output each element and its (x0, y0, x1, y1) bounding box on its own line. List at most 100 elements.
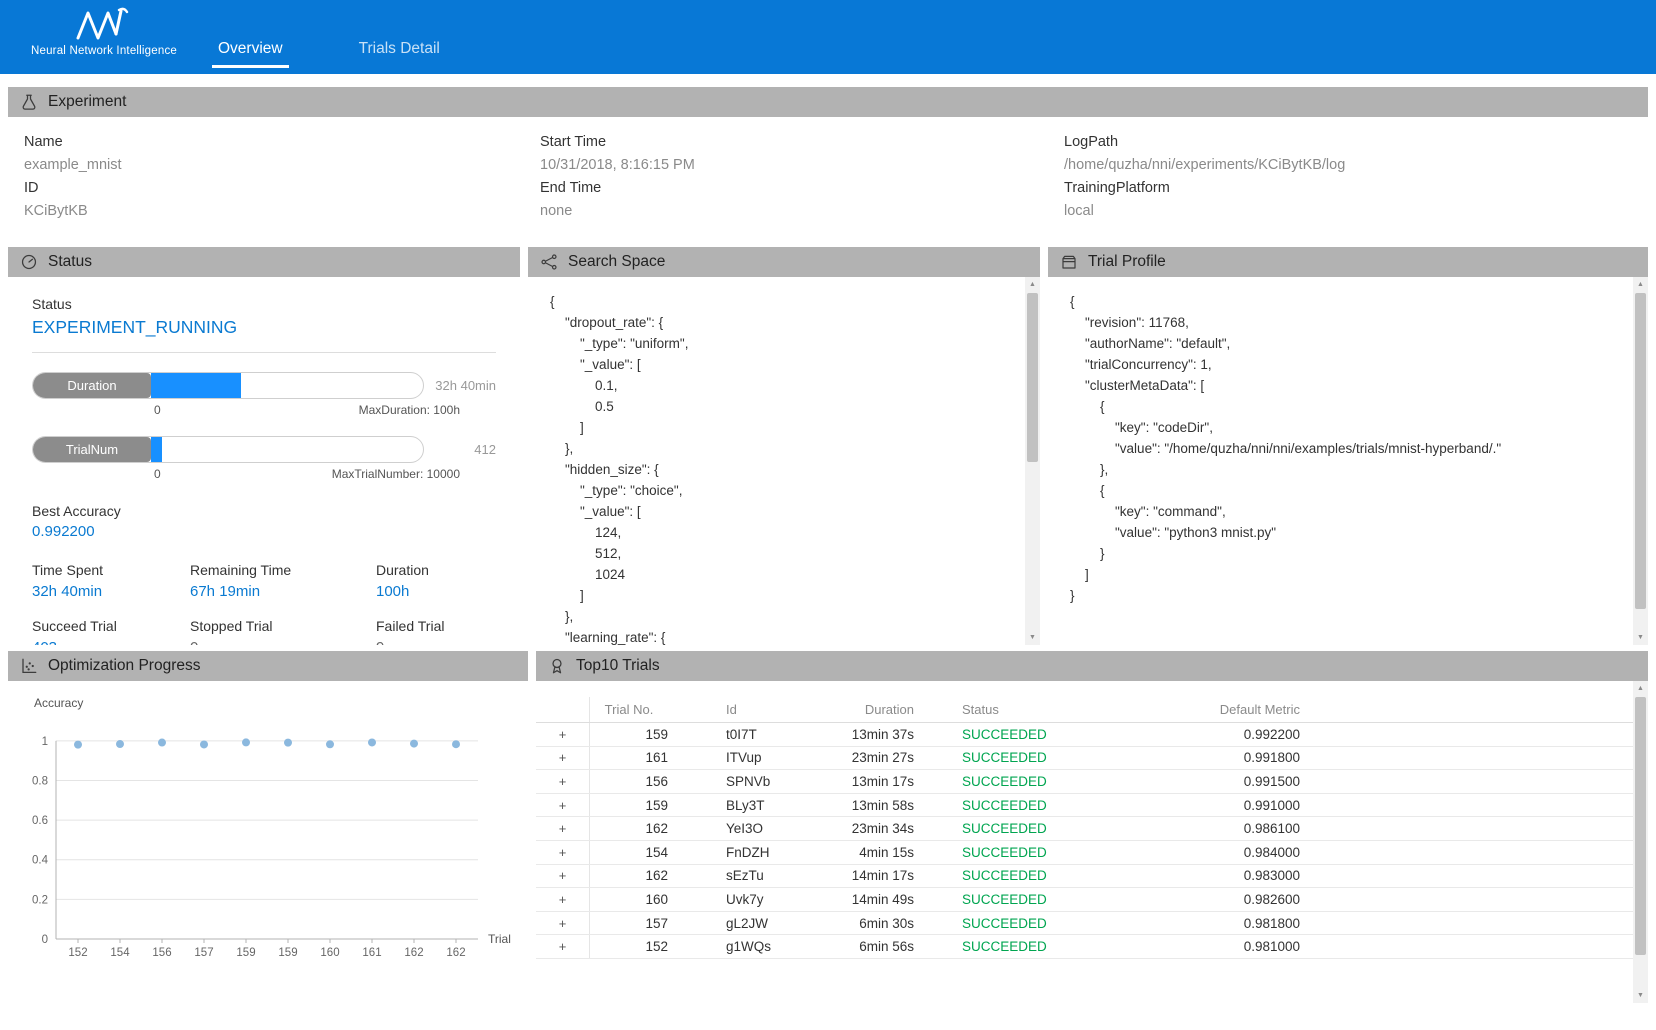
cell-duration: 4min 15s (840, 845, 950, 860)
expand-row-button[interactable]: + (551, 867, 575, 884)
cell-default-metric: 0.991000 (1120, 798, 1300, 813)
field-value: none (540, 200, 1064, 223)
cell-trial-no: 162 (590, 868, 680, 883)
scroll-up-arrow[interactable]: ▲ (1633, 277, 1648, 292)
status-field-label: Status (32, 296, 496, 312)
cell-status: SUCCEEDED (950, 868, 1120, 883)
cell-status: SUCCEEDED (950, 916, 1120, 931)
field-label: Name (24, 131, 540, 154)
experiment-status-value: EXPERIMENT_RUNNING (32, 317, 496, 338)
cell-duration: 23min 34s (840, 821, 950, 836)
trial-profile-header: Trial Profile (1048, 247, 1648, 277)
tab-trials-detail[interactable]: Trials Detail (353, 40, 446, 68)
duration-progress: Duration 32h 40min 0 MaxDuration: 100h (32, 372, 496, 417)
gauge-icon (20, 253, 38, 271)
cell-id: Uvk7y (680, 892, 840, 907)
cell-id: g1WQs (680, 939, 840, 954)
stat-remaining-time: Remaining Time 67h 19min (190, 562, 376, 600)
cell-default-metric: 0.983000 (1120, 868, 1300, 883)
table-row: + 157 gL2JW 6min 30s SUCCEEDED 0.981800 (536, 912, 1633, 936)
scroll-up-arrow[interactable]: ▲ (1025, 277, 1040, 292)
experiment-fields: Name example_mnist ID KCiBytKB Start Tim… (8, 117, 1648, 241)
svg-text:0.6: 0.6 (32, 815, 48, 827)
cell-default-metric: 0.992200 (1120, 727, 1300, 742)
svg-text:154: 154 (110, 947, 130, 959)
medal-icon (548, 657, 566, 675)
cell-default-metric: 0.991500 (1120, 774, 1300, 789)
scroll-down-arrow[interactable]: ▼ (1633, 988, 1648, 1003)
field-value: /home/quzha/nni/experiments/KCiBytKB/log (1064, 154, 1648, 177)
cell-duration: 13min 37s (840, 727, 950, 742)
cell-default-metric: 0.981800 (1120, 916, 1300, 931)
field-start-time: Start Time 10/31/2018, 8:16:15 PM (540, 131, 1064, 177)
scroll-up-arrow[interactable]: ▲ (1633, 681, 1648, 696)
scroll-thumb[interactable] (1635, 697, 1646, 955)
cell-trial-no: 154 (590, 845, 680, 860)
archive-box-icon (1060, 253, 1078, 271)
trialnum-current-value: 412 (424, 442, 496, 457)
svg-text:0.8: 0.8 (32, 775, 48, 787)
stat-label: Duration (376, 562, 496, 578)
tab-overview[interactable]: Overview (212, 40, 289, 68)
stat-label: Time Spent (32, 562, 190, 578)
cell-duration: 6min 30s (840, 916, 950, 931)
middle-row: Status Status EXPERIMENT_RUNNING Duratio… (8, 247, 1648, 645)
stat-stopped-trial: Stopped Trial 0 (190, 618, 376, 645)
svg-text:0.4: 0.4 (32, 855, 49, 867)
table-row: + 162 sEzTu 14min 17s SUCCEEDED 0.983000 (536, 865, 1633, 889)
duration-elapsed-value: 32h 40min (424, 378, 496, 393)
expand-row-button[interactable]: + (551, 938, 575, 955)
svg-text:159: 159 (278, 947, 297, 959)
expand-row-button[interactable]: + (551, 773, 575, 790)
field-logpath: LogPath /home/quzha/nni/experiments/KCiB… (1064, 131, 1648, 177)
bottom-row: Optimization Progress 00.20.40.60.811521… (8, 651, 1648, 1003)
trialnum-bar-label: TrialNum (33, 437, 151, 462)
cell-trial-no: 152 (590, 939, 680, 954)
cell-duration: 14min 17s (840, 868, 950, 883)
field-value: 10/31/2018, 8:16:15 PM (540, 154, 1064, 177)
optimization-progress-panel: Optimization Progress 00.20.40.60.811521… (8, 651, 528, 1003)
col-trial-no: Trial No. (590, 702, 680, 717)
table-row: + 160 Uvk7y 14min 49s SUCCEEDED 0.982600 (536, 888, 1633, 912)
stat-failed-trial: Failed Trial 9 (376, 618, 496, 645)
svg-text:1: 1 (42, 736, 48, 748)
stat-value: 403 (32, 639, 190, 645)
cell-trial-no: 159 (590, 798, 680, 813)
col-status: Status (950, 702, 1120, 717)
cell-duration: 23min 27s (840, 750, 950, 765)
cell-trial-no: 156 (590, 774, 680, 789)
cell-trial-no: 160 (590, 892, 680, 907)
trialnum-bar-fill (151, 437, 162, 462)
expand-row-button[interactable]: + (551, 726, 575, 743)
scroll-thumb[interactable] (1027, 293, 1038, 462)
brand-text: Neural Network Intelligence (26, 45, 182, 57)
expand-row-button[interactable]: + (551, 749, 575, 766)
scroll-thumb[interactable] (1635, 293, 1646, 609)
svg-text:0.2: 0.2 (32, 894, 48, 906)
duration-min: 0 (154, 403, 161, 417)
optimization-chart: 00.20.40.60.8115215415615715915916016116… (10, 689, 526, 979)
top10-trials-table: Trial No. Id Duration Status Default Met… (536, 681, 1648, 1003)
duration-bar-fill (151, 373, 241, 398)
svg-text:160: 160 (320, 947, 339, 959)
expand-row-button[interactable]: + (551, 891, 575, 908)
optimization-progress-title: Optimization Progress (48, 657, 200, 675)
table-row: + 156 SPNVb 13min 17s SUCCEEDED 0.991500 (536, 770, 1633, 794)
field-value: KCiBytKB (24, 200, 540, 223)
cell-id: BLy3T (680, 798, 840, 813)
trial-profile-panel: Trial Profile { "revision": 11768, "auth… (1048, 247, 1648, 645)
expand-row-button[interactable]: + (551, 844, 575, 861)
scroll-down-arrow[interactable]: ▼ (1633, 630, 1648, 645)
top-nav-bar: Neural Network Intelligence Overview Tri… (0, 0, 1656, 74)
cell-status: SUCCEEDED (950, 774, 1120, 789)
expand-row-button[interactable]: + (551, 797, 575, 814)
stat-label: Remaining Time (190, 562, 376, 578)
scroll-down-arrow[interactable]: ▼ (1025, 630, 1040, 645)
top10-trials-header: Top10 Trials (536, 651, 1648, 681)
field-value: local (1064, 200, 1648, 223)
cell-duration: 13min 58s (840, 798, 950, 813)
cell-status: SUCCEEDED (950, 821, 1120, 836)
expand-row-button[interactable]: + (551, 820, 575, 837)
stat-label: Failed Trial (376, 618, 496, 634)
expand-row-button[interactable]: + (551, 915, 575, 932)
